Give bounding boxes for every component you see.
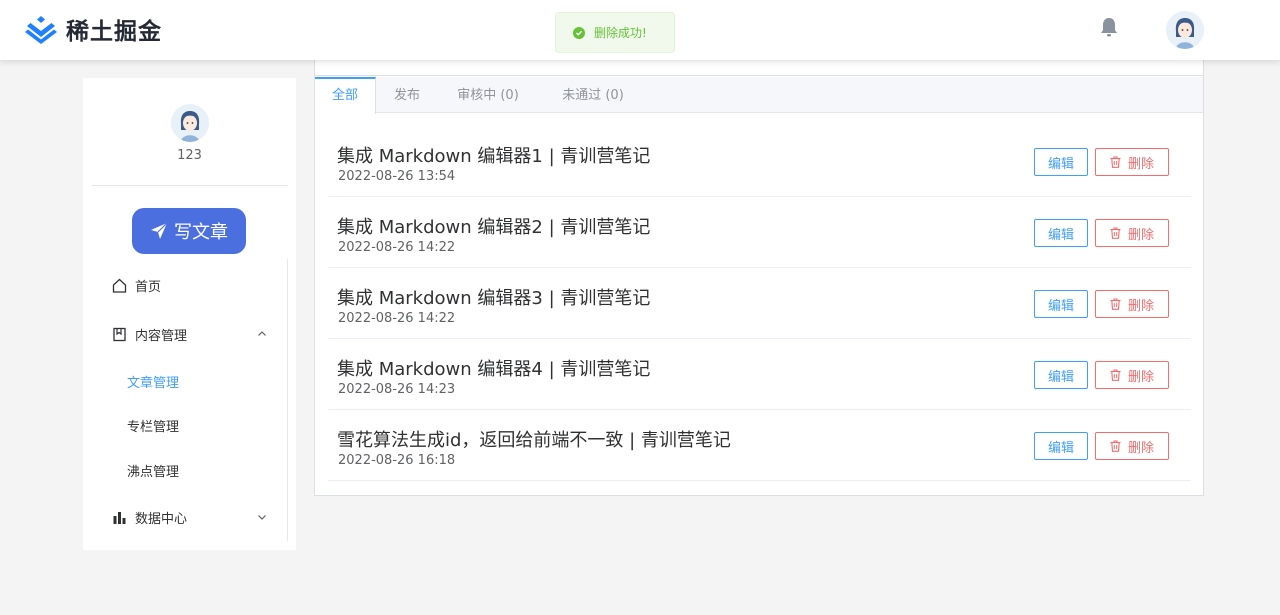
write-article-label: 写文章	[174, 222, 228, 242]
edit-button[interactable]: 编辑	[1034, 148, 1088, 176]
bar-chart-icon	[113, 512, 126, 524]
sidebar-item-data[interactable]: 数据中心	[83, 497, 287, 537]
article-title[interactable]: 雪花算法生成id，返回给前端不一致 | 青训营笔记	[337, 426, 731, 452]
edit-label: 编辑	[1047, 298, 1074, 314]
send-icon	[151, 222, 168, 239]
article-date: 2022-08-26 14:22	[338, 311, 456, 326]
top-header: 稀土掘金 删除成功!	[0, 0, 1280, 60]
delete-button[interactable]: 删除	[1095, 432, 1169, 460]
sidebar-avatar[interactable]	[171, 104, 209, 142]
trash-icon	[1110, 227, 1121, 239]
article-date: 2022-08-26 14:22	[338, 240, 456, 255]
delete-label: 删除	[1127, 227, 1154, 243]
sidebar-subitem-pins[interactable]: 沸点管理	[83, 452, 287, 488]
edit-label: 编辑	[1047, 227, 1074, 243]
article-row: 雪花算法生成id，返回给前端不一致 | 青训营笔记 2022-08-26 16:1…	[328, 410, 1191, 481]
sidebar-subitem-columns[interactable]: 专栏管理	[83, 407, 287, 443]
sidebar-item-home[interactable]: 首页	[83, 265, 287, 305]
logo-text: 稀土掘金	[66, 19, 162, 45]
tab-published[interactable]: 发布	[376, 77, 438, 113]
delete-button[interactable]: 删除	[1095, 290, 1169, 318]
article-row: 集成 Markdown 编辑器4 | 青训营笔记 2022-08-26 14:23…	[328, 339, 1191, 410]
sidebar: 123 写文章 首页 内容管理 文章管理 专栏管理 沸点管理 数据中心	[83, 78, 296, 550]
article-row: 集成 Markdown 编辑器2 | 青训营笔记 2022-08-26 14:22…	[328, 197, 1191, 268]
article-title[interactable]: 集成 Markdown 编辑器2 | 青训营笔记	[337, 213, 650, 239]
edit-button[interactable]: 编辑	[1034, 432, 1088, 460]
tab-reviewing[interactable]: 审核中 (0)	[438, 77, 538, 113]
trash-icon	[1110, 298, 1121, 310]
delete-label: 删除	[1127, 440, 1154, 456]
sidebar-item-content[interactable]: 内容管理	[83, 314, 287, 354]
delete-button[interactable]: 删除	[1095, 219, 1169, 247]
delete-button[interactable]: 删除	[1095, 148, 1169, 176]
trash-icon	[1110, 156, 1121, 168]
sidebar-item-label: 首页	[135, 279, 162, 295]
edit-label: 编辑	[1047, 156, 1074, 172]
chevron-up-icon	[258, 331, 266, 336]
edit-label: 编辑	[1047, 440, 1074, 456]
user-avatar[interactable]	[1166, 11, 1204, 49]
toast-message: 删除成功!	[594, 26, 647, 40]
delete-label: 删除	[1127, 369, 1154, 385]
edit-button[interactable]: 编辑	[1034, 361, 1088, 389]
sidebar-item-label: 内容管理	[135, 328, 188, 344]
trash-icon	[1110, 369, 1121, 381]
success-toast: 删除成功!	[555, 12, 675, 53]
sidebar-username: 123	[177, 148, 202, 163]
tab-all[interactable]: 全部	[315, 77, 376, 114]
edit-button[interactable]: 编辑	[1034, 219, 1088, 247]
article-date: 2022-08-26 16:18	[338, 453, 456, 468]
tab-bar: 全部 发布 审核中 (0) 未通过 (0)	[315, 77, 1203, 114]
write-article-button[interactable]: 写文章	[132, 208, 246, 254]
sidebar-item-label: 数据中心	[135, 511, 188, 527]
article-title[interactable]: 集成 Markdown 编辑器4 | 青训营笔记	[337, 355, 650, 381]
edit-label: 编辑	[1047, 369, 1074, 385]
article-row: 集成 Markdown 编辑器3 | 青训营笔记 2022-08-26 14:22…	[328, 268, 1191, 339]
tab-rejected[interactable]: 未通过 (0)	[538, 77, 648, 113]
edit-button[interactable]: 编辑	[1034, 290, 1088, 318]
home-icon	[112, 278, 127, 293]
article-row: 集成 Markdown 编辑器1 | 青训营笔记 2022-08-26 13:54…	[328, 126, 1191, 197]
bell-icon[interactable]	[1098, 16, 1120, 38]
article-date: 2022-08-26 14:23	[338, 382, 456, 397]
juejin-logo[interactable]: 稀土掘金	[24, 12, 162, 46]
check-circle-icon	[573, 26, 585, 39]
delete-button[interactable]: 删除	[1095, 361, 1169, 389]
notebook-icon	[113, 327, 126, 342]
article-list-panel: 全部 发布 审核中 (0) 未通过 (0) 集成 Markdown 编辑器1 |…	[314, 60, 1204, 496]
panel-top	[315, 60, 1203, 76]
juejin-logo-icon	[25, 16, 57, 44]
divider	[92, 185, 288, 186]
avatar-illustration-icon	[1166, 11, 1204, 49]
delete-label: 删除	[1127, 156, 1154, 172]
article-title[interactable]: 集成 Markdown 编辑器3 | 青训营笔记	[337, 284, 650, 310]
trash-icon	[1110, 440, 1121, 452]
sidebar-subitem-articles[interactable]: 文章管理	[83, 363, 287, 399]
menu-border	[287, 259, 288, 541]
article-title[interactable]: 集成 Markdown 编辑器1 | 青训营笔记	[337, 142, 650, 168]
article-date: 2022-08-26 13:54	[338, 169, 456, 184]
avatar-illustration-icon	[171, 104, 209, 142]
chevron-down-icon	[258, 515, 266, 520]
delete-label: 删除	[1127, 298, 1154, 314]
